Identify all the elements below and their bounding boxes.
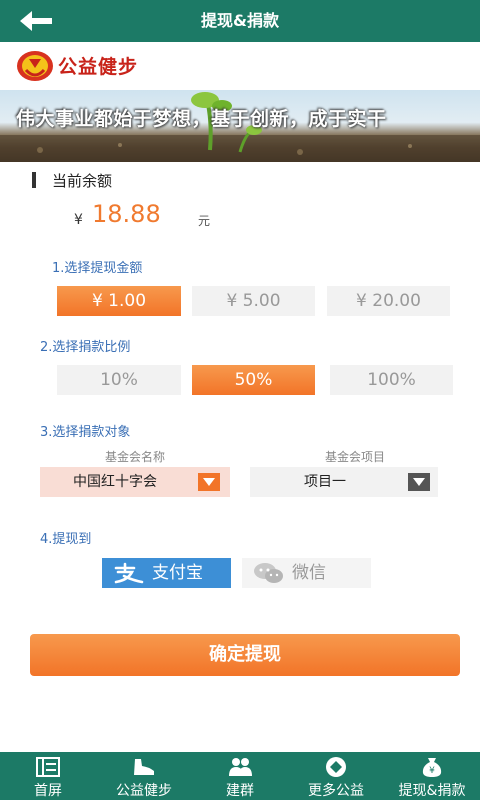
tab-group[interactable]: 建群	[192, 752, 288, 800]
tab-withdraw[interactable]: ¥ 提现&捐款	[384, 752, 480, 800]
confirm-withdraw-button[interactable]: 确定提现	[30, 634, 460, 676]
balance-amount: 18.88	[92, 200, 161, 228]
project-select[interactable]: 项目一	[250, 467, 438, 497]
amount-option-1[interactable]: ¥ 1.00	[57, 286, 181, 316]
step-withdraw-label: 4.提现到	[40, 532, 92, 547]
amount-option-5[interactable]: ¥ 5.00	[192, 286, 315, 316]
tab-label: 更多公益	[308, 783, 364, 799]
logo-emblem-icon	[17, 51, 53, 81]
foundation-select-value: 中国红十字会	[73, 474, 157, 490]
tab-walk[interactable]: 公益健步	[96, 752, 192, 800]
step-ratio-label: 2.选择捐款比例	[40, 340, 131, 355]
step-target-label: 3.选择捐款对象	[40, 425, 131, 440]
ratio-option-50[interactable]: 50%	[192, 365, 315, 395]
alipay-icon	[114, 562, 144, 584]
amount-option-20[interactable]: ¥ 20.00	[327, 286, 450, 316]
wechat-option[interactable]: 微信	[242, 558, 371, 588]
tab-label: 首屏	[34, 783, 62, 799]
more-icon	[326, 757, 346, 777]
money-bag-icon: ¥	[422, 758, 442, 777]
step-amount-label: 1.选择提现金额	[52, 261, 143, 276]
logo-bar: 公益健步	[0, 42, 480, 90]
group-icon	[229, 758, 252, 776]
home-list-icon	[36, 757, 60, 777]
section-marker	[32, 172, 36, 188]
page-title: 提现&捐款	[201, 11, 279, 30]
ratio-option-100[interactable]: 100%	[330, 365, 453, 395]
tab-label: 建群	[226, 783, 254, 799]
alipay-label: 支付宝	[152, 563, 203, 583]
tab-home[interactable]: 首屏	[0, 752, 96, 800]
slogan-banner: 伟大事业都始于梦想，基于创新，成于实干	[0, 90, 480, 162]
balance-unit: 元	[198, 214, 211, 228]
foundation-select[interactable]: 中国红十字会	[40, 467, 230, 497]
wechat-label: 微信	[292, 563, 326, 583]
logo-text: 公益健步	[58, 56, 139, 78]
shoe-icon	[134, 759, 154, 775]
svg-text:¥: ¥	[429, 766, 435, 776]
currency-symbol: ¥	[74, 212, 83, 228]
banner-slogan: 伟大事业都始于梦想，基于创新，成于实干	[16, 108, 387, 130]
dropdown-arrow-icon	[408, 473, 430, 491]
wechat-icon	[254, 563, 283, 583]
tab-more[interactable]: 更多公益	[288, 752, 384, 800]
foundation-project-label: 基金会项目	[324, 450, 385, 464]
ratio-option-10[interactable]: 10%	[57, 365, 181, 395]
top-header: 提现&捐款	[0, 0, 480, 42]
balance-label: 当前余额	[52, 172, 113, 190]
alipay-option[interactable]: 支付宝	[102, 558, 231, 588]
project-select-value: 项目一	[304, 474, 346, 490]
tab-label: 公益健步	[116, 783, 172, 799]
dropdown-arrow-icon	[198, 473, 220, 491]
bottom-tabbar: 首屏 公益健步 建群 更多公益 ¥ 提现&捐款	[0, 752, 480, 800]
tab-label: 提现&捐款	[398, 783, 466, 799]
foundation-name-label: 基金会名称	[104, 450, 165, 464]
